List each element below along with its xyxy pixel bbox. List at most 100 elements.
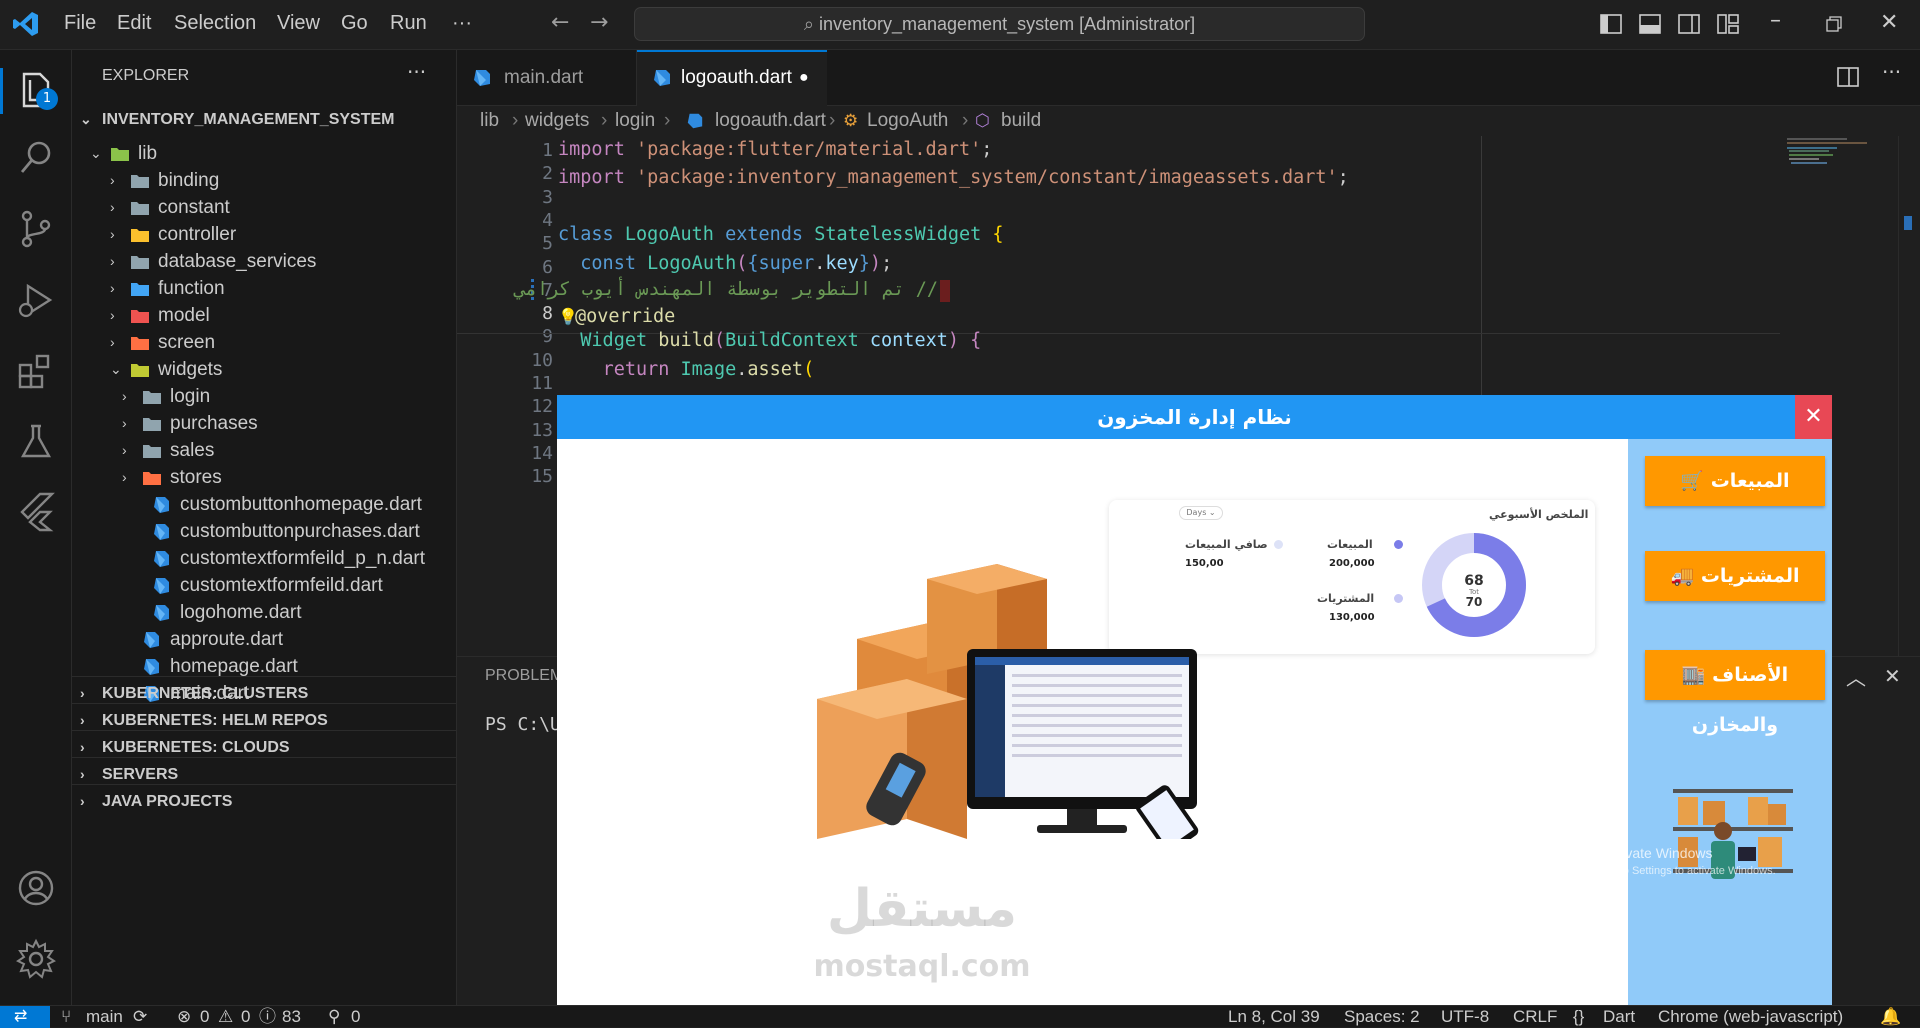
dart-file-icon (154, 578, 169, 594)
menu-edit[interactable]: Edit (117, 12, 151, 35)
line-number: 10 (531, 349, 553, 371)
accounts-icon[interactable] (14, 866, 58, 910)
extensions-icon[interactable] (14, 349, 58, 393)
menu-selection[interactable]: Selection (174, 12, 256, 35)
maximize-panel-icon[interactable]: ︿ (1846, 662, 1866, 691)
end-of-line[interactable]: CRLF (1513, 1006, 1557, 1027)
breadcrumb-lib[interactable]: lib (480, 106, 499, 136)
truck-icon: 🚚 (1670, 565, 1695, 587)
restore-window-icon[interactable] (1826, 16, 1842, 32)
remote-indicator[interactable]: ⇄ (0, 1006, 50, 1028)
tab-main-dart[interactable]: main.dart (457, 50, 637, 106)
items-stores-button-label: الأصناف والمخازن (1691, 664, 1789, 736)
breadcrumb-method[interactable]: build (1001, 106, 1041, 136)
line-number: 2 (542, 163, 553, 185)
explorer-badge: 1 (36, 88, 58, 110)
function-folder-icon (131, 283, 149, 296)
split-editor-icon[interactable] (1837, 67, 1859, 87)
code-line-7: @override (575, 306, 676, 327)
days-dropdown[interactable]: Days ⌄ (1179, 506, 1223, 520)
items-and-stores-button[interactable]: 🏬 الأصناف والمخازن (1645, 650, 1825, 736)
close-panel-icon[interactable]: ✕ (1884, 664, 1901, 688)
unsaved-dot-icon[interactable]: ● (799, 50, 809, 106)
customize-layout-icon[interactable] (1717, 14, 1739, 34)
testing-flask-icon[interactable] (14, 420, 58, 464)
menu-go[interactable]: Go (341, 12, 368, 35)
settings-gear-icon[interactable] (14, 937, 58, 981)
run-and-debug-icon[interactable] (14, 278, 58, 322)
vscode-logo-icon[interactable] (12, 10, 40, 38)
line-number: 15 (531, 466, 553, 488)
warning-count[interactable]: 0 (241, 1006, 250, 1027)
nav-forward-icon[interactable]: → (590, 10, 608, 35)
breadcrumb-separator-icon: › (601, 110, 608, 131)
menu-more[interactable]: ··· (452, 12, 472, 35)
toggle-secondary-sidebar-icon[interactable] (1678, 14, 1700, 34)
tab-logoauth-dart[interactable]: logoauth.dart ● (637, 50, 827, 106)
breadcrumb-file[interactable]: logoauth.dart (715, 106, 826, 136)
sync-icon[interactable]: ⟳ (133, 1006, 147, 1027)
notifications-bell-icon[interactable]: 🔔 (1880, 1006, 1901, 1027)
language-braces-icon: {} (1573, 1007, 1585, 1026)
source-control-icon[interactable] (14, 207, 58, 251)
app-main-area: الملخص الأسبوعي Days ⌄ المبيعات 200,000 … (557, 439, 1628, 1005)
app-title: نظام إدارة المخزون (1097, 405, 1292, 429)
minimize-window-icon[interactable]: – (1770, 8, 1781, 33)
code-line-6-comment: // تم التطوير بوسطة المهندس أيوب كرامي (514, 279, 938, 300)
dart-file-icon (654, 70, 670, 86)
breadcrumb-class[interactable]: LogoAuth (867, 106, 948, 136)
line-number: 3 (542, 186, 553, 208)
app-close-button[interactable]: ✕ (1795, 395, 1832, 439)
line-number: 8 (542, 303, 553, 325)
menu-run[interactable]: Run (390, 12, 427, 35)
ports-icon: ⚲ (328, 1007, 341, 1026)
explorer-more-button[interactable]: ··· (407, 60, 426, 84)
sales-legend-dot (1394, 540, 1403, 549)
breadcrumb-login[interactable]: login (615, 106, 655, 136)
nav-back-icon[interactable]: ← (551, 10, 569, 35)
toggle-panel-icon[interactable] (1639, 14, 1661, 34)
branch-name[interactable]: main (86, 1006, 123, 1027)
dart-file-icon (154, 605, 169, 621)
section-java-projects[interactable]: › JAVA PROJECTS (72, 784, 457, 817)
indentation[interactable]: Spaces: 2 (1344, 1006, 1420, 1027)
menu-view[interactable]: View (277, 12, 320, 35)
explorer-title: EXPLORER (102, 67, 190, 84)
encoding[interactable]: UTF-8 (1441, 1006, 1489, 1027)
error-count[interactable]: 0 (200, 1006, 209, 1027)
debug-target[interactable]: Chrome (web-javascript) (1658, 1006, 1843, 1027)
search-icon[interactable] (14, 136, 58, 180)
activity-bar: 1 (0, 50, 72, 1005)
folder-icon (143, 391, 161, 404)
tab-problems[interactable]: PROBLEM (485, 667, 563, 685)
ports-count[interactable]: 0 (351, 1006, 360, 1027)
net-sales-legend-dot (1274, 540, 1283, 549)
dart-file-icon (144, 632, 159, 648)
widgets-folder-icon (131, 364, 149, 377)
command-center-search[interactable]: ⌕ inventory_management_system [Administr… (634, 7, 1365, 41)
title-bar: File Edit Selection View Go Run ··· ← → … (0, 0, 1920, 50)
close-window-icon[interactable]: ✕ (1880, 10, 1898, 35)
editor-scrollbar[interactable] (1898, 136, 1920, 656)
breadcrumb: lib › widgets › login › logoauth.dart › … (457, 106, 1920, 136)
code-line-2: import 'package:inventory_management_sys… (558, 167, 1349, 188)
cursor-position[interactable]: Ln 8, Col 39 (1228, 1006, 1320, 1027)
editor-more-actions-icon[interactable]: ··· (1882, 60, 1901, 84)
menu-file[interactable]: File (64, 12, 96, 35)
info-count[interactable]: 83 (282, 1006, 301, 1027)
line-number: 4 (542, 209, 553, 231)
purchases-button[interactable]: 🚚 المشتريات (1645, 551, 1825, 601)
breadcrumb-separator-icon: › (512, 110, 519, 131)
sales-button-label: المبيعات (1710, 470, 1790, 492)
minimap[interactable] (1783, 136, 1898, 176)
breadcrumb-separator-icon: › (664, 110, 671, 131)
flutter-icon[interactable] (14, 490, 58, 534)
toggle-primary-sidebar-icon[interactable] (1600, 14, 1622, 34)
language-mode[interactable]: Dart (1603, 1006, 1635, 1027)
dart-file-icon (154, 551, 169, 567)
workspace-root[interactable]: ⌄ INVENTORY_MANAGEMENT_SYSTEM (72, 103, 457, 136)
breadcrumb-widgets[interactable]: widgets (525, 106, 589, 136)
sales-button[interactable]: 🛒 المبيعات (1645, 456, 1825, 506)
warning-icon: ⚠ (218, 1007, 234, 1026)
code-line-8: Widget build(BuildContext context) { (580, 330, 982, 351)
